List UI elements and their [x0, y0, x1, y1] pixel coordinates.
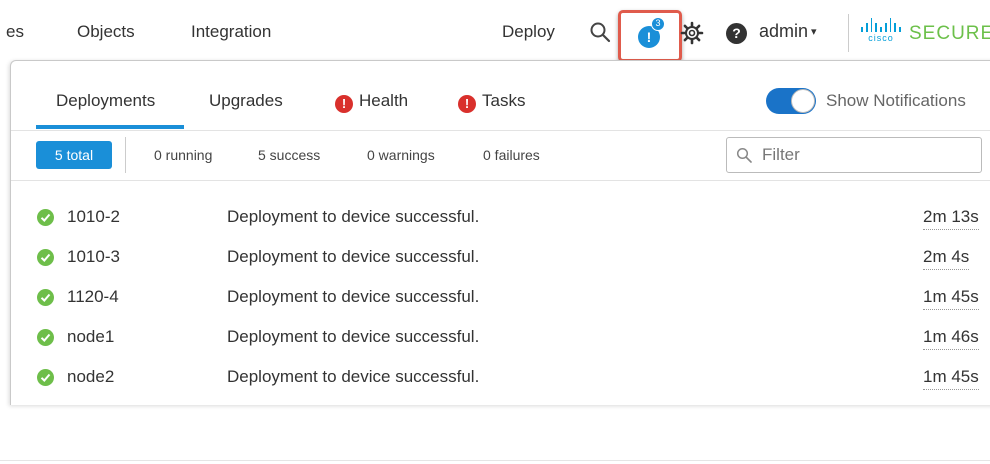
top-navigation-bar: es Objects Integration Deploy ! 3 ? admi… — [0, 0, 990, 66]
panel-tabs: Deployments Upgrades ! Health ! Tasks Show… — [11, 61, 990, 131]
deployment-filter-bar: 5 total 0 running 5 success 0 warnings 0… — [11, 131, 990, 181]
filter-search-box — [726, 137, 982, 173]
deployment-row: 1010-2 Deployment to device successful. … — [11, 197, 990, 237]
show-notifications-toggle[interactable] — [766, 88, 816, 114]
cisco-logo: cisco — [860, 18, 902, 48]
filter-failures[interactable]: 0 failures — [483, 147, 540, 163]
page-divider — [0, 460, 990, 461]
notifications-panel: Deployments Upgrades ! Health ! Tasks Show… — [10, 60, 990, 405]
logo-word: cisco — [868, 33, 894, 43]
deployment-message: Deployment to device successful. — [227, 247, 480, 266]
deploy-menu[interactable]: Deploy — [502, 22, 555, 42]
device-name: node1 — [67, 327, 115, 346]
device-name: 1010-3 — [67, 247, 120, 266]
deployment-message: Deployment to device successful. — [227, 207, 480, 226]
deployment-row: node2 Deployment to device successful. 1… — [11, 357, 990, 397]
success-check-icon — [37, 329, 54, 346]
deployment-row: node1 Deployment to device successful. 1… — [11, 317, 990, 357]
search-icon — [736, 147, 752, 163]
filter-input[interactable] — [762, 138, 972, 172]
success-check-icon — [37, 249, 54, 266]
deployment-list: 1010-2 Deployment to device successful. … — [11, 197, 990, 397]
tab-health[interactable]: ! Health — [335, 91, 408, 113]
notifications-button[interactable]: ! 3 — [618, 10, 682, 62]
success-check-icon — [37, 369, 54, 386]
tab-deployments[interactable]: Deployments — [56, 91, 155, 111]
tab-upgrades[interactable]: Upgrades — [209, 91, 283, 111]
chevron-down-icon: ▾ — [811, 26, 817, 38]
deployment-duration[interactable]: 1m 45s — [923, 367, 979, 390]
filter-running[interactable]: 0 running — [154, 147, 212, 163]
toggle-knob — [791, 89, 815, 113]
user-name: admin — [759, 21, 809, 41]
nav-item-integration[interactable]: Integration — [191, 22, 271, 42]
success-check-icon — [37, 209, 54, 226]
deployment-row: 1120-4 Deployment to device successful. … — [11, 277, 990, 317]
logo-bars — [860, 18, 902, 32]
tab-tasks[interactable]: ! Tasks — [458, 91, 525, 113]
nav-item-partial[interactable]: es — [6, 22, 24, 42]
deployment-row: 1010-3 Deployment to device successful. … — [11, 237, 990, 277]
alert-icon: ! — [458, 95, 476, 113]
active-tab-indicator — [36, 125, 184, 129]
gear-icon[interactable] — [680, 21, 704, 45]
device-name: 1120-4 — [67, 287, 119, 306]
device-name: 1010-2 — [67, 207, 120, 226]
deployment-duration[interactable]: 1m 46s — [923, 327, 979, 350]
deployment-duration[interactable]: 2m 13s — [923, 207, 979, 230]
deployment-message: Deployment to device successful. — [227, 287, 480, 306]
help-icon[interactable]: ? — [726, 23, 747, 44]
deployment-duration[interactable]: 2m 4s — [923, 247, 970, 270]
tab-health-label: Health — [359, 91, 409, 110]
notification-count-badge: 3 — [651, 17, 665, 31]
filter-success[interactable]: 5 success — [258, 147, 320, 163]
deployment-duration[interactable]: 1m 45s — [923, 287, 979, 310]
filter-divider — [125, 137, 126, 173]
device-name: node2 — [67, 367, 115, 386]
brand-label: SECURE — [909, 23, 990, 44]
search-icon[interactable] — [589, 21, 611, 43]
alert-icon: ! — [335, 95, 353, 113]
nav-divider — [848, 14, 849, 52]
show-notifications-label: Show Notifications — [826, 91, 966, 110]
filter-total[interactable]: 5 total — [36, 141, 112, 169]
user-menu[interactable]: admin ▾ — [759, 21, 817, 42]
nav-item-objects[interactable]: Objects — [77, 22, 135, 42]
deployment-message: Deployment to device successful. — [227, 367, 480, 386]
deployment-message: Deployment to device successful. — [227, 327, 480, 346]
filter-warnings[interactable]: 0 warnings — [367, 147, 435, 163]
success-check-icon — [37, 289, 54, 306]
tab-tasks-label: Tasks — [482, 91, 526, 110]
